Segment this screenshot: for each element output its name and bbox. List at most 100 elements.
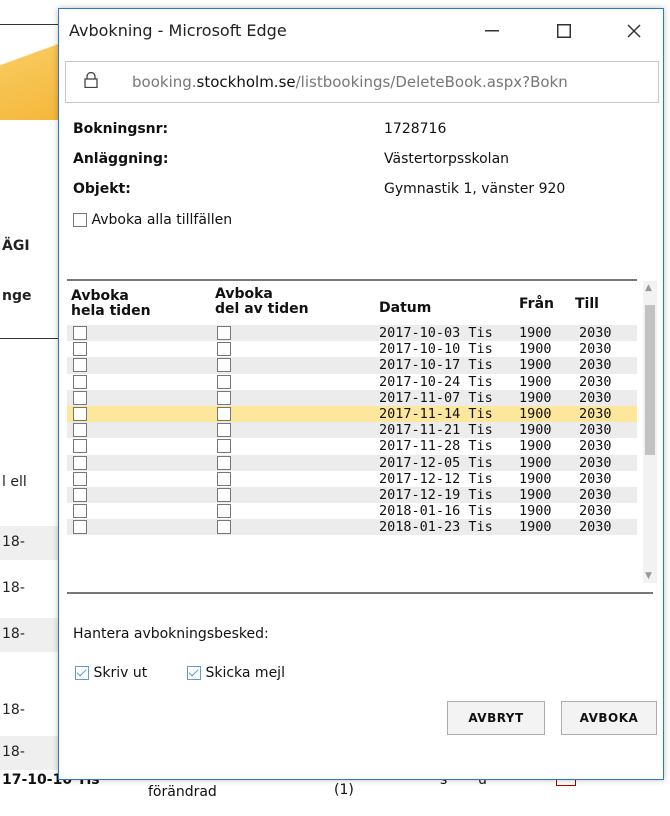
cell-datum: 2017-11-14 Tis bbox=[379, 405, 493, 422]
cell-till: 2030 bbox=[579, 519, 612, 536]
col-hela-line1: Avboka bbox=[71, 288, 129, 304]
col-fran: Från bbox=[519, 296, 554, 312]
table-row: 2018-01-23 Tis 1900 2030 bbox=[67, 519, 637, 536]
table-body: 2017-10-03 Tis 1900 2030 2017-10-10 Tis 1900… bbox=[67, 325, 637, 536]
col-till: Till bbox=[575, 296, 599, 312]
table-row: 2017-12-19 Tis 1900 2030 bbox=[67, 486, 637, 504]
table-row: 2017-10-10 Tis 1900 2030 bbox=[67, 341, 637, 357]
cell-fran: 1900 bbox=[519, 519, 552, 536]
avboka-del-checkbox[interactable] bbox=[217, 342, 231, 357]
avboka-hela-checkbox[interactable] bbox=[73, 423, 87, 438]
cell-till: 2030 bbox=[579, 486, 612, 503]
bokningsnr-value: 1728716 bbox=[384, 121, 447, 137]
cell-till: 2030 bbox=[579, 438, 612, 455]
cell-fran: 1900 bbox=[519, 325, 552, 341]
avboka-hela-checkbox[interactable] bbox=[73, 471, 87, 486]
table-row: 2017-10-24 Tis 1900 2030 bbox=[67, 374, 637, 390]
cell-till: 2030 bbox=[579, 389, 612, 406]
avboka-del-checkbox[interactable] bbox=[217, 423, 231, 438]
table-scrollbar[interactable]: ▲ ▼ bbox=[643, 281, 657, 583]
cell-fran: 1900 bbox=[519, 422, 552, 439]
cell-datum: 2018-01-23 Tis bbox=[379, 519, 493, 536]
cell-datum: 2017-10-24 Tis bbox=[379, 373, 493, 390]
bg-text: l ell bbox=[2, 474, 27, 490]
cell-datum: 2017-10-17 Tis bbox=[379, 357, 493, 374]
cell-fran: 1900 bbox=[519, 503, 552, 520]
avboka-del-checkbox[interactable] bbox=[217, 520, 231, 535]
lock-icon bbox=[84, 72, 98, 88]
avboka-hela-checkbox[interactable] bbox=[73, 390, 87, 405]
cell-fran: 1900 bbox=[519, 373, 552, 390]
cell-till: 2030 bbox=[579, 422, 612, 439]
bg-text: 18- bbox=[2, 626, 25, 642]
avboka-hela-checkbox[interactable] bbox=[73, 374, 87, 389]
cell-fran: 1900 bbox=[519, 438, 552, 455]
avboka-alla-label: Avboka alla tillfällen bbox=[91, 212, 233, 228]
title-bar: Avbokning - Microsoft Edge bbox=[59, 9, 663, 53]
avboka-hela-checkbox[interactable] bbox=[73, 406, 87, 421]
cell-till: 2030 bbox=[579, 405, 612, 422]
avboka-alla-checkbox[interactable] bbox=[73, 213, 87, 227]
avboka-del-checkbox[interactable] bbox=[217, 471, 231, 486]
avboka-hela-checkbox[interactable] bbox=[73, 487, 87, 502]
notify-heading: Hantera avbokningsbesked: bbox=[73, 626, 269, 642]
background-bottom-row: 17-10-10 Tis förändrad (1) s u bbox=[0, 768, 670, 816]
table-row: 2017-11-28 Tis 1900 2030 bbox=[67, 438, 637, 454]
scroll-thumb[interactable] bbox=[645, 305, 655, 455]
bg-status: förändrad bbox=[148, 784, 217, 800]
avboka-del-checkbox[interactable] bbox=[217, 326, 231, 340]
address-bar[interactable]: booking.stockholm.se/listbookings/Delete… bbox=[65, 61, 659, 103]
bg-text: 18- bbox=[2, 580, 25, 596]
background-banner bbox=[0, 0, 64, 120]
col-del-line2: del av tiden bbox=[215, 301, 309, 317]
cell-datum: 2017-11-21 Tis bbox=[379, 422, 493, 439]
table-row: 2017-10-03 Tis 1900 2030 bbox=[67, 325, 637, 342]
avboka-hela-checkbox[interactable] bbox=[73, 439, 87, 454]
avboka-hela-checkbox[interactable] bbox=[73, 326, 87, 340]
cell-fran: 1900 bbox=[519, 357, 552, 374]
cell-fran: 1900 bbox=[519, 470, 552, 487]
close-button[interactable] bbox=[611, 15, 657, 47]
col-hela-line2: hela tiden bbox=[71, 303, 151, 319]
scroll-up-icon[interactable]: ▲ bbox=[645, 283, 652, 293]
maximize-icon bbox=[557, 24, 571, 38]
avboka-del-checkbox[interactable] bbox=[217, 374, 231, 389]
bg-text: 18- bbox=[2, 744, 25, 760]
table-header: Avboka hela tiden Avboka del av tiden Da… bbox=[67, 279, 637, 327]
avboka-del-checkbox[interactable] bbox=[217, 390, 231, 405]
avboka-hela-checkbox[interactable] bbox=[73, 455, 87, 470]
minimize-button[interactable] bbox=[469, 15, 515, 47]
avboka-hela-checkbox[interactable] bbox=[73, 520, 87, 535]
scroll-down-icon[interactable]: ▼ bbox=[645, 571, 652, 581]
skicka-mejl-checkbox[interactable] bbox=[187, 666, 201, 680]
window-title: Avbokning - Microsoft Edge bbox=[69, 21, 287, 40]
cell-fran: 1900 bbox=[519, 341, 552, 358]
avboka-hela-checkbox[interactable] bbox=[73, 358, 87, 373]
avboka-del-checkbox[interactable] bbox=[217, 439, 231, 454]
avbryt-button[interactable]: AVBRYT bbox=[447, 701, 545, 735]
avboka-button[interactable]: AVBOKA bbox=[561, 701, 657, 735]
close-icon bbox=[627, 24, 641, 38]
avboka-alla-row: Avboka alla tillfällen bbox=[73, 212, 232, 228]
cell-datum: 2017-12-05 Tis bbox=[379, 454, 493, 471]
table-row: 2017-11-21 Tis 1900 2030 bbox=[67, 422, 637, 439]
avboka-del-checkbox[interactable] bbox=[217, 487, 231, 502]
maximize-button[interactable] bbox=[541, 15, 587, 47]
anlaggning-label: Anläggning: bbox=[73, 151, 169, 167]
cell-datum: 2017-11-28 Tis bbox=[379, 438, 493, 455]
avboka-del-checkbox[interactable] bbox=[217, 406, 231, 421]
avboka-del-checkbox[interactable] bbox=[217, 504, 231, 519]
table-row: 2017-12-12 Tis 1900 2030 bbox=[67, 471, 637, 487]
avboka-del-checkbox[interactable] bbox=[217, 358, 231, 373]
bg-text: nge bbox=[2, 288, 32, 304]
cell-datum: 2017-10-03 Tis bbox=[379, 325, 493, 341]
cell-datum: 2017-12-12 Tis bbox=[379, 470, 493, 487]
url-path: /listbookings/DeleteBook.aspx?Bokn bbox=[295, 73, 568, 91]
avboka-hela-checkbox[interactable] bbox=[73, 342, 87, 357]
skriv-ut-checkbox[interactable] bbox=[75, 666, 89, 680]
avboka-del-checkbox[interactable] bbox=[217, 455, 231, 470]
cell-datum: 2017-10-10 Tis bbox=[379, 341, 493, 358]
avboka-hela-checkbox[interactable] bbox=[73, 504, 87, 519]
skicka-mejl-option: Skicka mejl bbox=[187, 665, 285, 681]
table-row: 2017-12-05 Tis 1900 2030 bbox=[67, 454, 637, 471]
